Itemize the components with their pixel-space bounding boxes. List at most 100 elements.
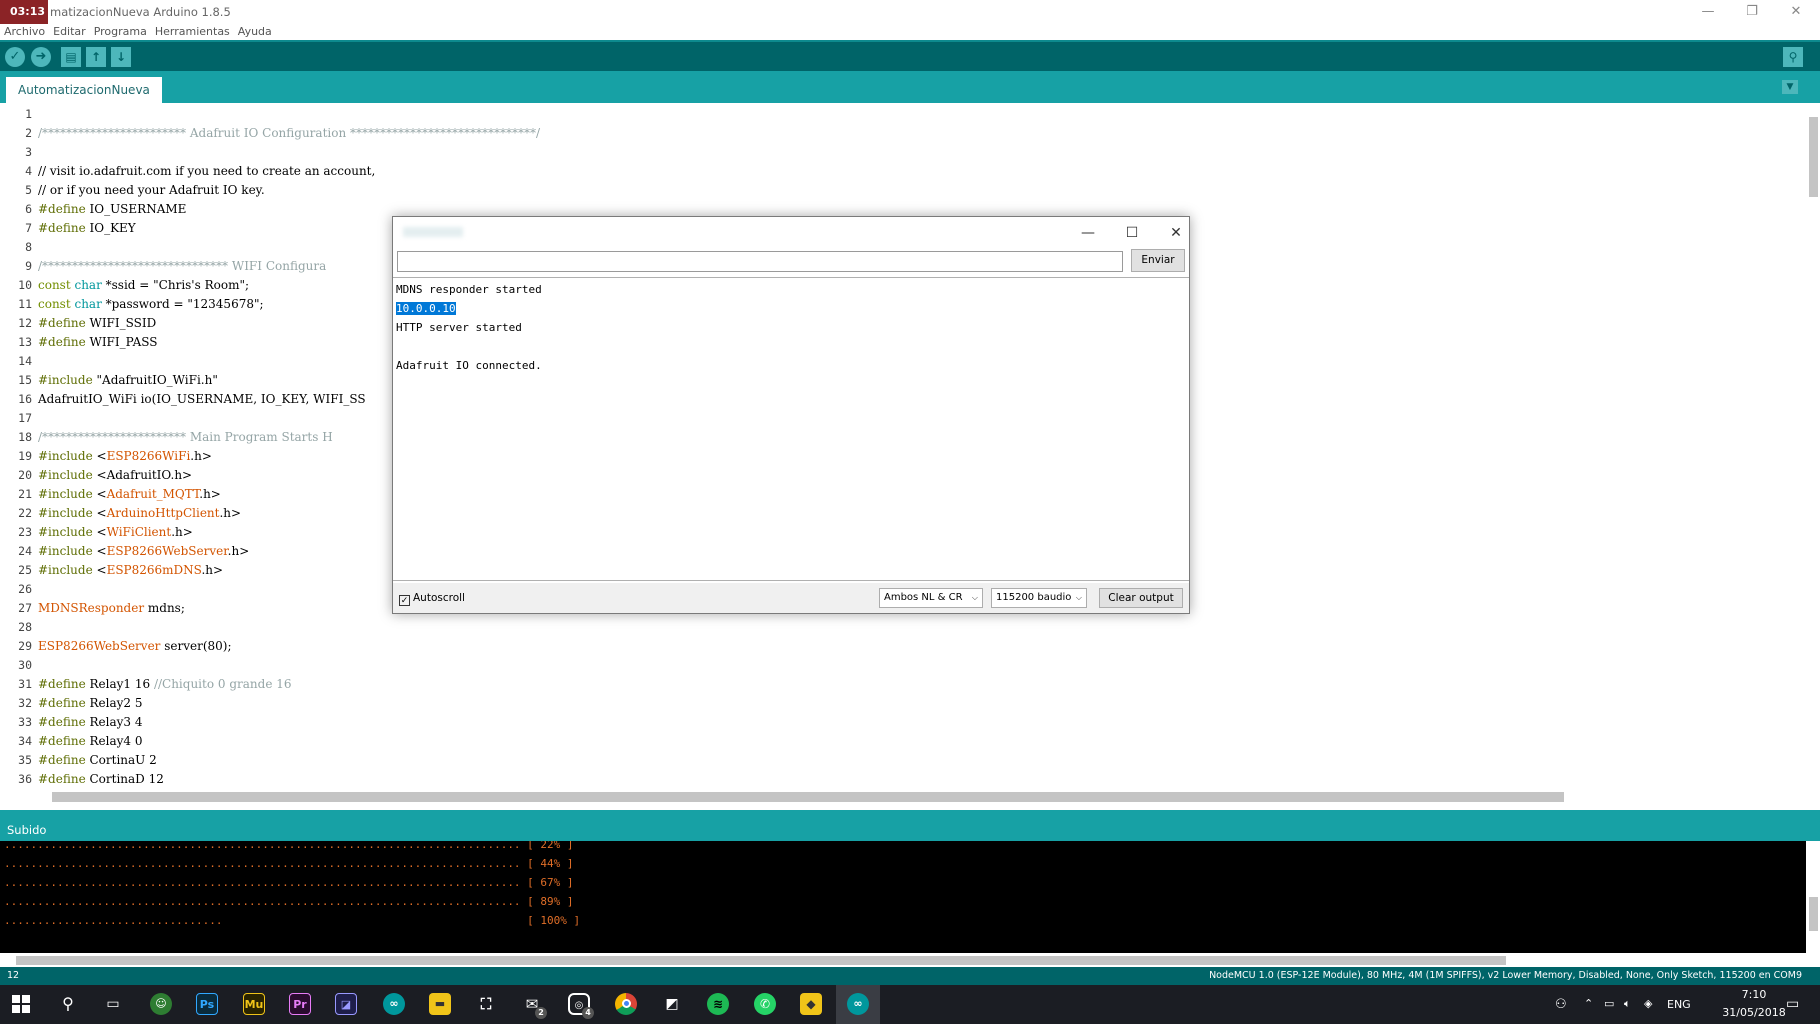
robot-app-icon[interactable]: ☺ (150, 993, 172, 1015)
autoscroll-checkbox[interactable]: ✓ Autoscroll (399, 592, 465, 606)
notifications-icon[interactable]: ▭ (1786, 996, 1799, 1012)
code-token: //Chiquito 0 grande 16 (153, 677, 292, 691)
cursor-line-number: 12 (7, 970, 20, 981)
serial-send-input[interactable] (397, 251, 1123, 272)
photoshop-icon[interactable]: Ps (196, 993, 218, 1015)
people-icon[interactable]: ⚇ (1555, 997, 1567, 1012)
search-icon[interactable]: ⚲ (57, 993, 79, 1015)
line-number: 12 (18, 316, 32, 330)
code-token: ArduinoHttpClient (106, 506, 220, 520)
save-button[interactable]: ↓ (111, 47, 131, 67)
mail-icon[interactable]: ✉ 2 (521, 993, 547, 1019)
network-icon[interactable]: ▭ (1604, 997, 1614, 1010)
send-button[interactable]: Enviar (1131, 249, 1185, 272)
code-line: #include <Adafruit_MQTT.h> (38, 485, 221, 504)
scrollbar-thumb[interactable] (16, 956, 1506, 965)
code-line: #define Relay2 5 (38, 694, 142, 713)
baud-rate-select[interactable]: 115200 baudio ⌵ (991, 588, 1087, 608)
menu-programa[interactable]: Programa (94, 24, 147, 40)
clear-output-button[interactable]: Clear output (1099, 588, 1183, 608)
code-token: < (92, 506, 107, 520)
line-number: 36 (18, 772, 32, 786)
clock-date[interactable]: 31/05/2018 (1714, 1006, 1794, 1019)
console-horizontal-scrollbar[interactable] (0, 953, 1820, 967)
premiere-icon[interactable]: Pr (289, 993, 311, 1015)
code-token: < (92, 449, 107, 463)
scrollbar-thumb[interactable] (52, 792, 1564, 802)
maximize-icon: ☐ (1125, 225, 1139, 241)
insta-badge: 4 (582, 1007, 594, 1019)
line-number: 20 (18, 468, 32, 482)
menu-herramientas[interactable]: Herramientas (155, 24, 230, 40)
open-button[interactable]: ↑ (86, 47, 106, 67)
line-ending-select[interactable]: Ambos NL & CR ⌵ (879, 588, 983, 608)
code-token: ESP8266mDNS (106, 563, 202, 577)
line-number: 11 (18, 297, 32, 311)
maximize-button[interactable]: ❐ (1734, 2, 1770, 22)
code-line: #include "AdafruitIO_WiFi.h" (38, 371, 218, 390)
menu-archivo[interactable]: Archivo (4, 24, 45, 40)
serial-minimize-button[interactable]: — (1073, 223, 1103, 243)
arduino-active-icon[interactable]: ∞ (847, 993, 869, 1015)
minimize-button[interactable]: — (1690, 2, 1726, 22)
console-vertical-scrollbar[interactable] (1806, 841, 1820, 953)
line-number: 3 (25, 145, 32, 159)
muse-icon[interactable]: Mu (243, 993, 265, 1015)
line-number: 7 (25, 221, 32, 235)
menu-editar[interactable]: Editar (53, 24, 86, 40)
maps-icon[interactable]: ◆ (800, 993, 822, 1015)
chevron-up-icon[interactable]: ⌃ (1584, 997, 1593, 1010)
spotify-icon[interactable]: ≋ (707, 993, 729, 1015)
line-number: 21 (18, 487, 32, 501)
line-number: 25 (18, 563, 32, 577)
code-line: #define Relay3 4 (38, 713, 142, 732)
code-line: // visit io.adafruit.com if you need to … (38, 164, 376, 178)
serial-maximize-button[interactable]: ☐ (1117, 223, 1147, 243)
verify-button[interactable]: ✓ (5, 47, 25, 67)
code-line: const char *ssid = "Chris's Room"; (38, 276, 249, 295)
selected-text: 10.0.0.10 (396, 302, 456, 315)
code-token: char (70, 278, 102, 292)
blurred-title (403, 227, 463, 237)
editor-vertical-scrollbar[interactable] (1806, 103, 1820, 789)
code-token: CortinaU 2 (85, 753, 157, 767)
whatsapp-icon[interactable]: ✆ (754, 993, 776, 1015)
language-indicator[interactable]: ENG (1667, 998, 1691, 1011)
code-token: #define (38, 772, 86, 786)
arduino-icon[interactable]: ∞ (383, 993, 405, 1015)
tab-automatizacionnueva[interactable]: AutomatizacionNueva (6, 77, 162, 103)
close-button[interactable]: ✕ (1778, 2, 1814, 22)
scrollbar-thumb[interactable] (1809, 897, 1818, 931)
line-number: 9 (25, 259, 32, 273)
code-token: #include (38, 468, 93, 482)
clock-time[interactable]: 7:10 (1724, 988, 1784, 1001)
serial-output: MDNS responder started 10.0.0.10 HTTP se… (393, 277, 1189, 581)
console-line: ................................. [ 100%… (4, 914, 581, 927)
after-effects-icon[interactable]: ◪ (335, 993, 357, 1015)
code-token: #define (38, 316, 86, 330)
instagram-icon[interactable]: ◎ 4 (568, 993, 594, 1019)
sticky-notes-icon[interactable]: ◩ (661, 993, 683, 1015)
task-view-icon[interactable]: ▭ (102, 993, 124, 1015)
tab-menu-button[interactable]: ▼ (1782, 80, 1798, 94)
menu-ayuda[interactable]: Ayuda (238, 24, 272, 40)
upload-button[interactable]: ➜ (31, 47, 51, 67)
editor-horizontal-scrollbar[interactable] (34, 789, 1820, 805)
volume-icon[interactable]: 🔈︎ (1624, 997, 1631, 1011)
scrollbar-thumb[interactable] (1809, 117, 1818, 197)
dropbox-icon[interactable]: ◈ (1644, 997, 1652, 1010)
serial-monitor-titlebar: — ☐ ✕ (393, 217, 1189, 247)
start-icon[interactable] (12, 995, 30, 1013)
code-line: #include <ESP8266WiFi.h> (38, 447, 212, 466)
console-line: ........................................… (4, 895, 574, 908)
serial-close-button[interactable]: ✕ (1161, 223, 1191, 243)
chrome-icon[interactable] (615, 993, 637, 1015)
serial-monitor-button[interactable]: ⚲ (1783, 47, 1803, 67)
store-icon[interactable]: ⛶ (475, 993, 497, 1015)
code-token: WIFI_PASS (85, 335, 158, 349)
file-explorer-icon[interactable]: ▬ (429, 993, 451, 1015)
line-number: 27 (18, 601, 32, 615)
code-line: #define IO_KEY (38, 219, 136, 238)
new-button[interactable]: ▤ (61, 47, 81, 67)
line-number: 30 (18, 658, 32, 672)
